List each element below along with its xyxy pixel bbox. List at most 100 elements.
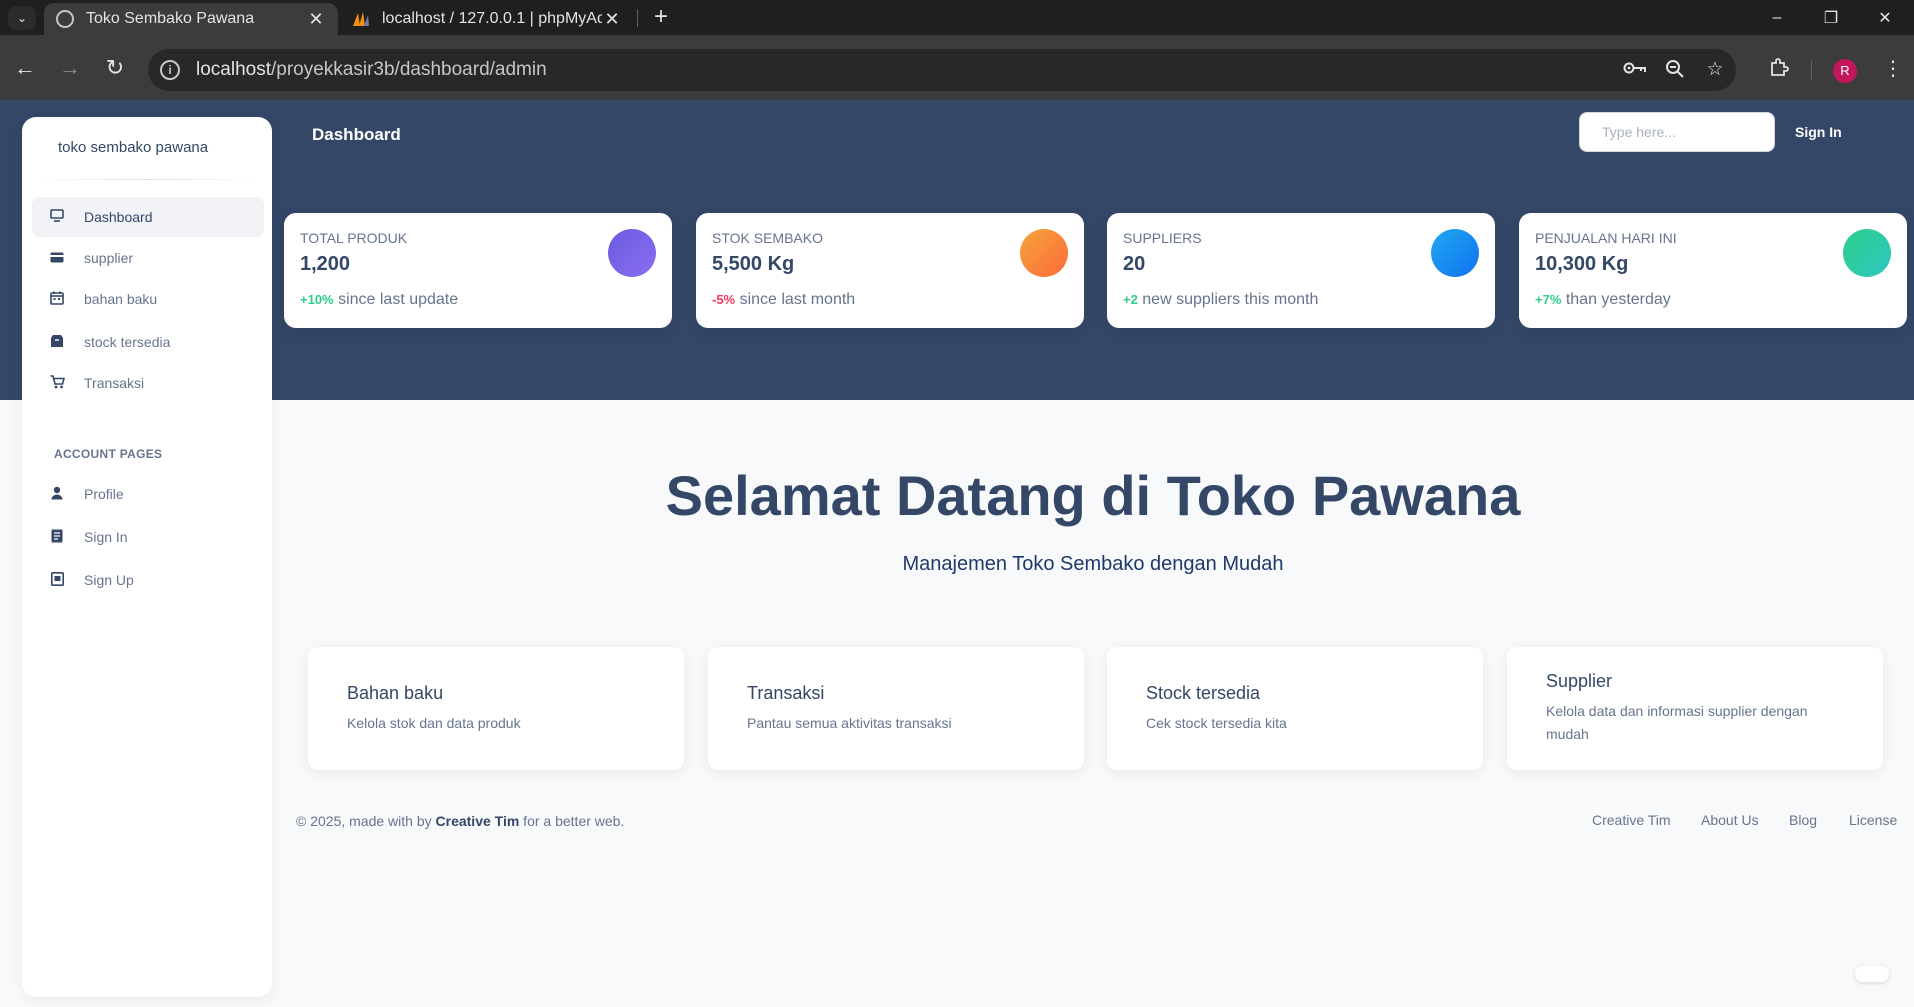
stat-change: +2 [1123, 292, 1138, 307]
browser-tab-phpmyadmin[interactable]: localhost / 127.0.0.1 | phpMyAd ✕ [340, 3, 634, 35]
sidebar-item-sign-in[interactable]: Sign In [32, 517, 264, 557]
stat-card-suppliers: Suppliers 20 +2 new suppliers this month [1107, 213, 1495, 328]
stat-change-text: since last update [333, 291, 459, 308]
stat-label: Stok Sembako [712, 230, 823, 246]
sidebar-item-label: stock tersedia [84, 334, 171, 350]
sidebar-item-supplier[interactable]: supplier [32, 238, 264, 278]
feature-card-bahan-baku[interactable]: Bahan baku Kelola stok dan data produk [308, 647, 684, 770]
sidebar: toko sembako pawana Dashboard supplier b… [22, 117, 272, 997]
password-key-icon[interactable] [1623, 59, 1647, 81]
sidebar-item-sign-up[interactable]: Sign Up [32, 560, 264, 600]
search-input[interactable] [1579, 112, 1775, 152]
tab-search-button[interactable]: ⌄ [8, 6, 36, 30]
sign-in-link[interactable]: Sign In [1795, 124, 1842, 140]
stat-change: -5% [712, 292, 736, 307]
footer-link-blog[interactable]: Blog [1789, 812, 1817, 828]
page-viewport: toko sembako pawana Dashboard supplier b… [0, 100, 1914, 1007]
back-arrow-icon[interactable]: ← [10, 53, 40, 83]
sidebar-item-stock-tersedia[interactable]: stock tersedia [32, 322, 264, 362]
browser-tab-strip: ⌄ Toko Sembako Pawana ✕ localhost / 127.… [0, 0, 1914, 35]
stat-value: 20 [1123, 253, 1146, 275]
stat-change: +7% [1535, 292, 1562, 307]
window-close-icon[interactable]: ✕ [1858, 0, 1912, 35]
phpmyadmin-icon [352, 10, 370, 28]
user-icon [48, 486, 66, 503]
tab-title: Toko Sembako Pawana [86, 10, 255, 27]
feature-description: Kelola stok dan data produk [347, 714, 521, 731]
account-pages-heading: ACCOUNT PAGES [54, 447, 163, 461]
stat-value: 10,300 Kg [1535, 253, 1629, 275]
sidebar-item-label: bahan baku [84, 291, 158, 307]
brand-name[interactable]: toko sembako pawana [58, 139, 208, 156]
restore-icon[interactable]: ❐ [1804, 0, 1858, 35]
reload-icon[interactable]: ↻ [100, 53, 130, 83]
feature-description: Kelola data dan informasi supplier denga… [1546, 703, 1808, 742]
stat-change-text: than yesterday [1561, 291, 1671, 308]
globe-icon [56, 10, 74, 28]
sidebar-item-label: supplier [84, 250, 134, 266]
credit-card-icon [48, 250, 66, 266]
creative-tim-link[interactable]: Creative Tim [436, 813, 520, 829]
welcome-subtitle: Manajemen Toko Sembako dengan Mudah [902, 553, 1284, 575]
sidebar-item-label: Transaksi [84, 375, 145, 391]
cart-icon [48, 374, 66, 392]
sidebar-item-bahan-baku[interactable]: bahan baku [32, 279, 264, 319]
tab-divider [637, 9, 638, 27]
sidebar-item-profile[interactable]: Profile [32, 474, 264, 514]
stat-label: Total Produk [300, 230, 408, 246]
sidebar-item-label: Profile [84, 486, 124, 502]
page-title: Dashboard [312, 125, 401, 144]
footer-link-creative-tim[interactable]: Creative Tim [1592, 812, 1671, 828]
signup-icon [48, 571, 66, 589]
zoom-icon[interactable] [1663, 59, 1687, 81]
sidebar-item-transaksi[interactable]: Transaksi [32, 363, 264, 403]
browser-toolbar: ← → ↻ i localhost/proyekkasir3b/dashboar… [0, 35, 1914, 100]
toolbar-divider [1811, 60, 1812, 80]
feature-title: Transaksi [747, 682, 825, 703]
extensions-icon[interactable] [1766, 57, 1792, 81]
url-text[interactable]: localhost/proyekkasir3b/dashboard/admin [196, 59, 547, 81]
stat-change: +10% [300, 292, 334, 307]
feature-card-supplier[interactable]: Supplier Kelola data dan informasi suppl… [1507, 647, 1883, 770]
stat-label: Suppliers [1123, 230, 1202, 246]
stat-value: 1,200 [300, 253, 351, 275]
calendar-icon [48, 291, 66, 308]
sidebar-item-label: Sign In [84, 529, 128, 545]
footer-link-license[interactable]: License [1849, 812, 1897, 828]
bookmark-star-icon[interactable]: ☆ [1703, 59, 1727, 81]
profile-avatar[interactable]: R [1833, 59, 1857, 83]
stat-footer: +7% than yesterday [1535, 291, 1671, 309]
copyright-text: © 2025, made with by Creative Tim for a … [296, 813, 625, 829]
stat-footer: +10% since last update [300, 291, 458, 309]
close-tab-icon[interactable]: ✕ [602, 9, 622, 30]
browser-tab-active[interactable]: Toko Sembako Pawana ✕ [44, 3, 338, 35]
feature-title: Bahan baku [347, 682, 444, 703]
sidebar-item-dashboard[interactable]: Dashboard [32, 197, 264, 237]
feature-card-transaksi[interactable]: Transaksi Pantau semua aktivitas transak… [708, 647, 1084, 770]
configurator-button[interactable] [1855, 966, 1889, 982]
stat-value: 5,500 Kg [712, 253, 795, 275]
stat-icon-circle [1020, 229, 1068, 277]
feature-description: Cek stock tersedia kita [1146, 714, 1287, 731]
monitor-icon [48, 209, 66, 225]
sidebar-divider [36, 179, 258, 180]
stat-change-text: since last month [735, 291, 856, 308]
document-icon [48, 529, 66, 546]
stat-card-total-produk: Total Produk 1,200 +10% since last updat… [284, 213, 672, 328]
site-info-icon[interactable]: i [160, 60, 180, 80]
new-tab-button[interactable]: + [648, 4, 674, 30]
close-tab-icon[interactable]: ✕ [306, 9, 326, 30]
footer-link-about-us[interactable]: About Us [1701, 812, 1759, 828]
stat-card-penjualan: Penjualan Hari Ini 10,300 Kg +7% than ye… [1519, 213, 1907, 328]
stat-icon-circle [1431, 229, 1479, 277]
address-bar[interactable]: i localhost/proyekkasir3b/dashboard/admi… [148, 49, 1736, 91]
stat-icon-circle [608, 229, 656, 277]
stat-icon-circle [1843, 229, 1891, 277]
minimize-icon[interactable]: – [1750, 0, 1804, 35]
menu-kebab-icon[interactable]: ⋮ [1880, 57, 1906, 81]
stat-card-stok-sembako: Stok Sembako 5,500 Kg -5% since last mon… [696, 213, 1084, 328]
feature-title: Supplier [1546, 671, 1613, 691]
feature-card-stock-tersedia[interactable]: Stock tersedia Cek stock tersedia kita [1107, 647, 1483, 770]
feature-description: Pantau semua aktivitas transaksi [747, 714, 952, 731]
forward-arrow-icon[interactable]: → [55, 53, 85, 83]
